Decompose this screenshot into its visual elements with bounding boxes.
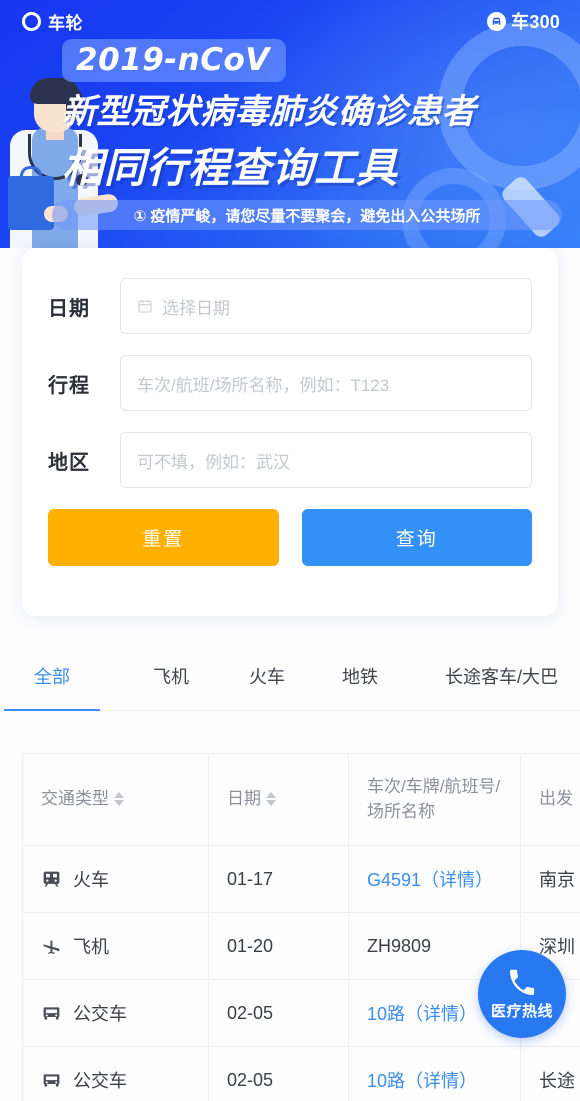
cell-code[interactable]: G4591（详情） (348, 845, 521, 913)
virus-name-badge: 2019-nCoV (62, 39, 286, 82)
date-input-placeholder: 选择日期 (162, 298, 230, 318)
reset-button[interactable]: 重置 (48, 509, 279, 566)
tab-all[interactable]: 全部 (26, 655, 78, 689)
search-form-card: 日期 选择日期 行程 车次/航班/场所名称，例如：T123 地区 可不填，例如：… (22, 248, 558, 616)
phone-icon (510, 969, 535, 995)
cell-departure: 南京 (520, 845, 580, 913)
results-table: 交通类型 日期 车次/车牌/航班号/场所名称 出发 火车 01-17 G4591… (22, 753, 580, 1101)
brand-left[interactable]: 车轮 (22, 9, 83, 34)
field-trip-label: 行程 (48, 374, 90, 397)
cell-date: 02-05 (208, 1046, 349, 1101)
banner-title-line-1: 新型冠状病毒肺炎确诊患者 (62, 93, 476, 131)
trip-input[interactable]: 车次/航班/场所名称，例如：T123 (120, 355, 532, 411)
tab-subway[interactable]: 地铁 (334, 655, 386, 689)
virus-name-label: 2019-nCoV (76, 42, 270, 78)
field-region: 地区 可不填，例如：武汉 (48, 432, 532, 488)
hero-banner: 车轮 车300 2019-nCoV 新型冠状病毒肺炎确诊患者 相同行程查询工具 … (0, 0, 580, 248)
region-input-placeholder: 可不填，例如：武汉 (137, 452, 290, 472)
transport-filter-tabs: 全部 飞机 火车 地铁 长途客车/大巴 (0, 655, 580, 711)
cell-date: 01-20 (208, 912, 349, 980)
tab-plane[interactable]: 飞机 (145, 655, 197, 689)
calendar-icon (138, 300, 152, 313)
app-page: 车轮 车300 2019-nCoV 新型冠状病毒肺炎确诊患者 相同行程查询工具 … (0, 0, 580, 1101)
field-date-label: 日期 (48, 297, 90, 320)
brand-right[interactable]: 车300 (487, 8, 560, 34)
cell-departure: 长途 (520, 1046, 580, 1101)
car-badge-icon (487, 11, 507, 31)
brand-left-label: 车轮 (48, 13, 83, 33)
plane-icon (43, 939, 60, 954)
cell-date: 02-05 (208, 979, 349, 1047)
col-header-departure: 出发 (520, 753, 580, 846)
cell-transport-type: 火车 (22, 845, 209, 913)
form-actions: 重置 查询 (48, 509, 532, 566)
cell-code-link[interactable]: 10路（详情） (367, 1071, 477, 1091)
col-header-date[interactable]: 日期 (208, 753, 349, 846)
brand-bar: 车轮 车300 (0, 0, 580, 34)
cell-transport-type-label: 飞机 (73, 937, 109, 957)
ring-logo-icon (22, 11, 41, 31)
cell-transport-type: 公交车 (22, 1046, 209, 1101)
cell-transport-type: 飞机 (22, 912, 209, 980)
brand-right-label: 车300 (511, 12, 560, 32)
col-header-transport-type-label: 交通类型 (41, 789, 109, 809)
cell-transport-type-label: 公交车 (73, 1071, 127, 1091)
region-input[interactable]: 可不填，例如：武汉 (120, 432, 532, 488)
sort-toggle-transport-type-icon[interactable] (114, 792, 124, 807)
bus-icon (43, 1006, 60, 1020)
col-header-transport-type[interactable]: 交通类型 (22, 753, 209, 846)
banner-notice: ① 疫情严峻，请您尽量不要聚会，避免出入公共场所 (52, 200, 562, 230)
train-icon (43, 871, 60, 886)
field-trip: 行程 车次/航班/场所名称，例如：T123 (48, 355, 532, 411)
cell-date: 01-17 (208, 845, 349, 913)
doctor-bag (8, 176, 54, 230)
field-date: 日期 选择日期 (48, 278, 532, 334)
cell-transport-type: 公交车 (22, 979, 209, 1047)
date-input[interactable]: 选择日期 (120, 278, 532, 334)
search-button[interactable]: 查询 (301, 509, 532, 566)
tab-train[interactable]: 火车 (241, 655, 293, 689)
bus-icon (43, 1073, 60, 1087)
sort-toggle-date-icon[interactable] (266, 792, 276, 807)
field-region-label: 地区 (48, 451, 90, 474)
medical-hotline-button[interactable]: 医疗热线 (478, 950, 566, 1038)
results-table-wrapper: 交通类型 日期 车次/车牌/航班号/场所名称 出发 火车 01-17 G4591… (22, 753, 580, 1101)
banner-title-line-2: 相同行程查询工具 (62, 145, 398, 191)
cell-code-link[interactable]: G4591（详情） (367, 870, 493, 890)
col-header-code: 车次/车牌/航班号/场所名称 (348, 753, 521, 846)
table-header-row: 交通类型 日期 车次/车牌/航班号/场所名称 出发 (22, 753, 580, 846)
medical-hotline-label: 医疗热线 (490, 1003, 553, 1020)
trip-input-placeholder: 车次/航班/场所名称，例如：T123 (137, 375, 390, 395)
col-header-date-label: 日期 (227, 789, 261, 809)
table-row[interactable]: 公交车 02-05 10路（详情） 长途 (22, 1046, 580, 1101)
table-row[interactable]: 火车 01-17 G4591（详情） 南京 (22, 845, 580, 913)
cell-transport-type-label: 火车 (73, 870, 109, 890)
cell-code-link[interactable]: 10路（详情） (367, 1004, 477, 1024)
cell-code[interactable]: 10路（详情） (348, 1046, 521, 1101)
tab-coach-bus[interactable]: 长途客车/大巴 (429, 655, 574, 689)
cell-transport-type-label: 公交车 (73, 1004, 127, 1024)
